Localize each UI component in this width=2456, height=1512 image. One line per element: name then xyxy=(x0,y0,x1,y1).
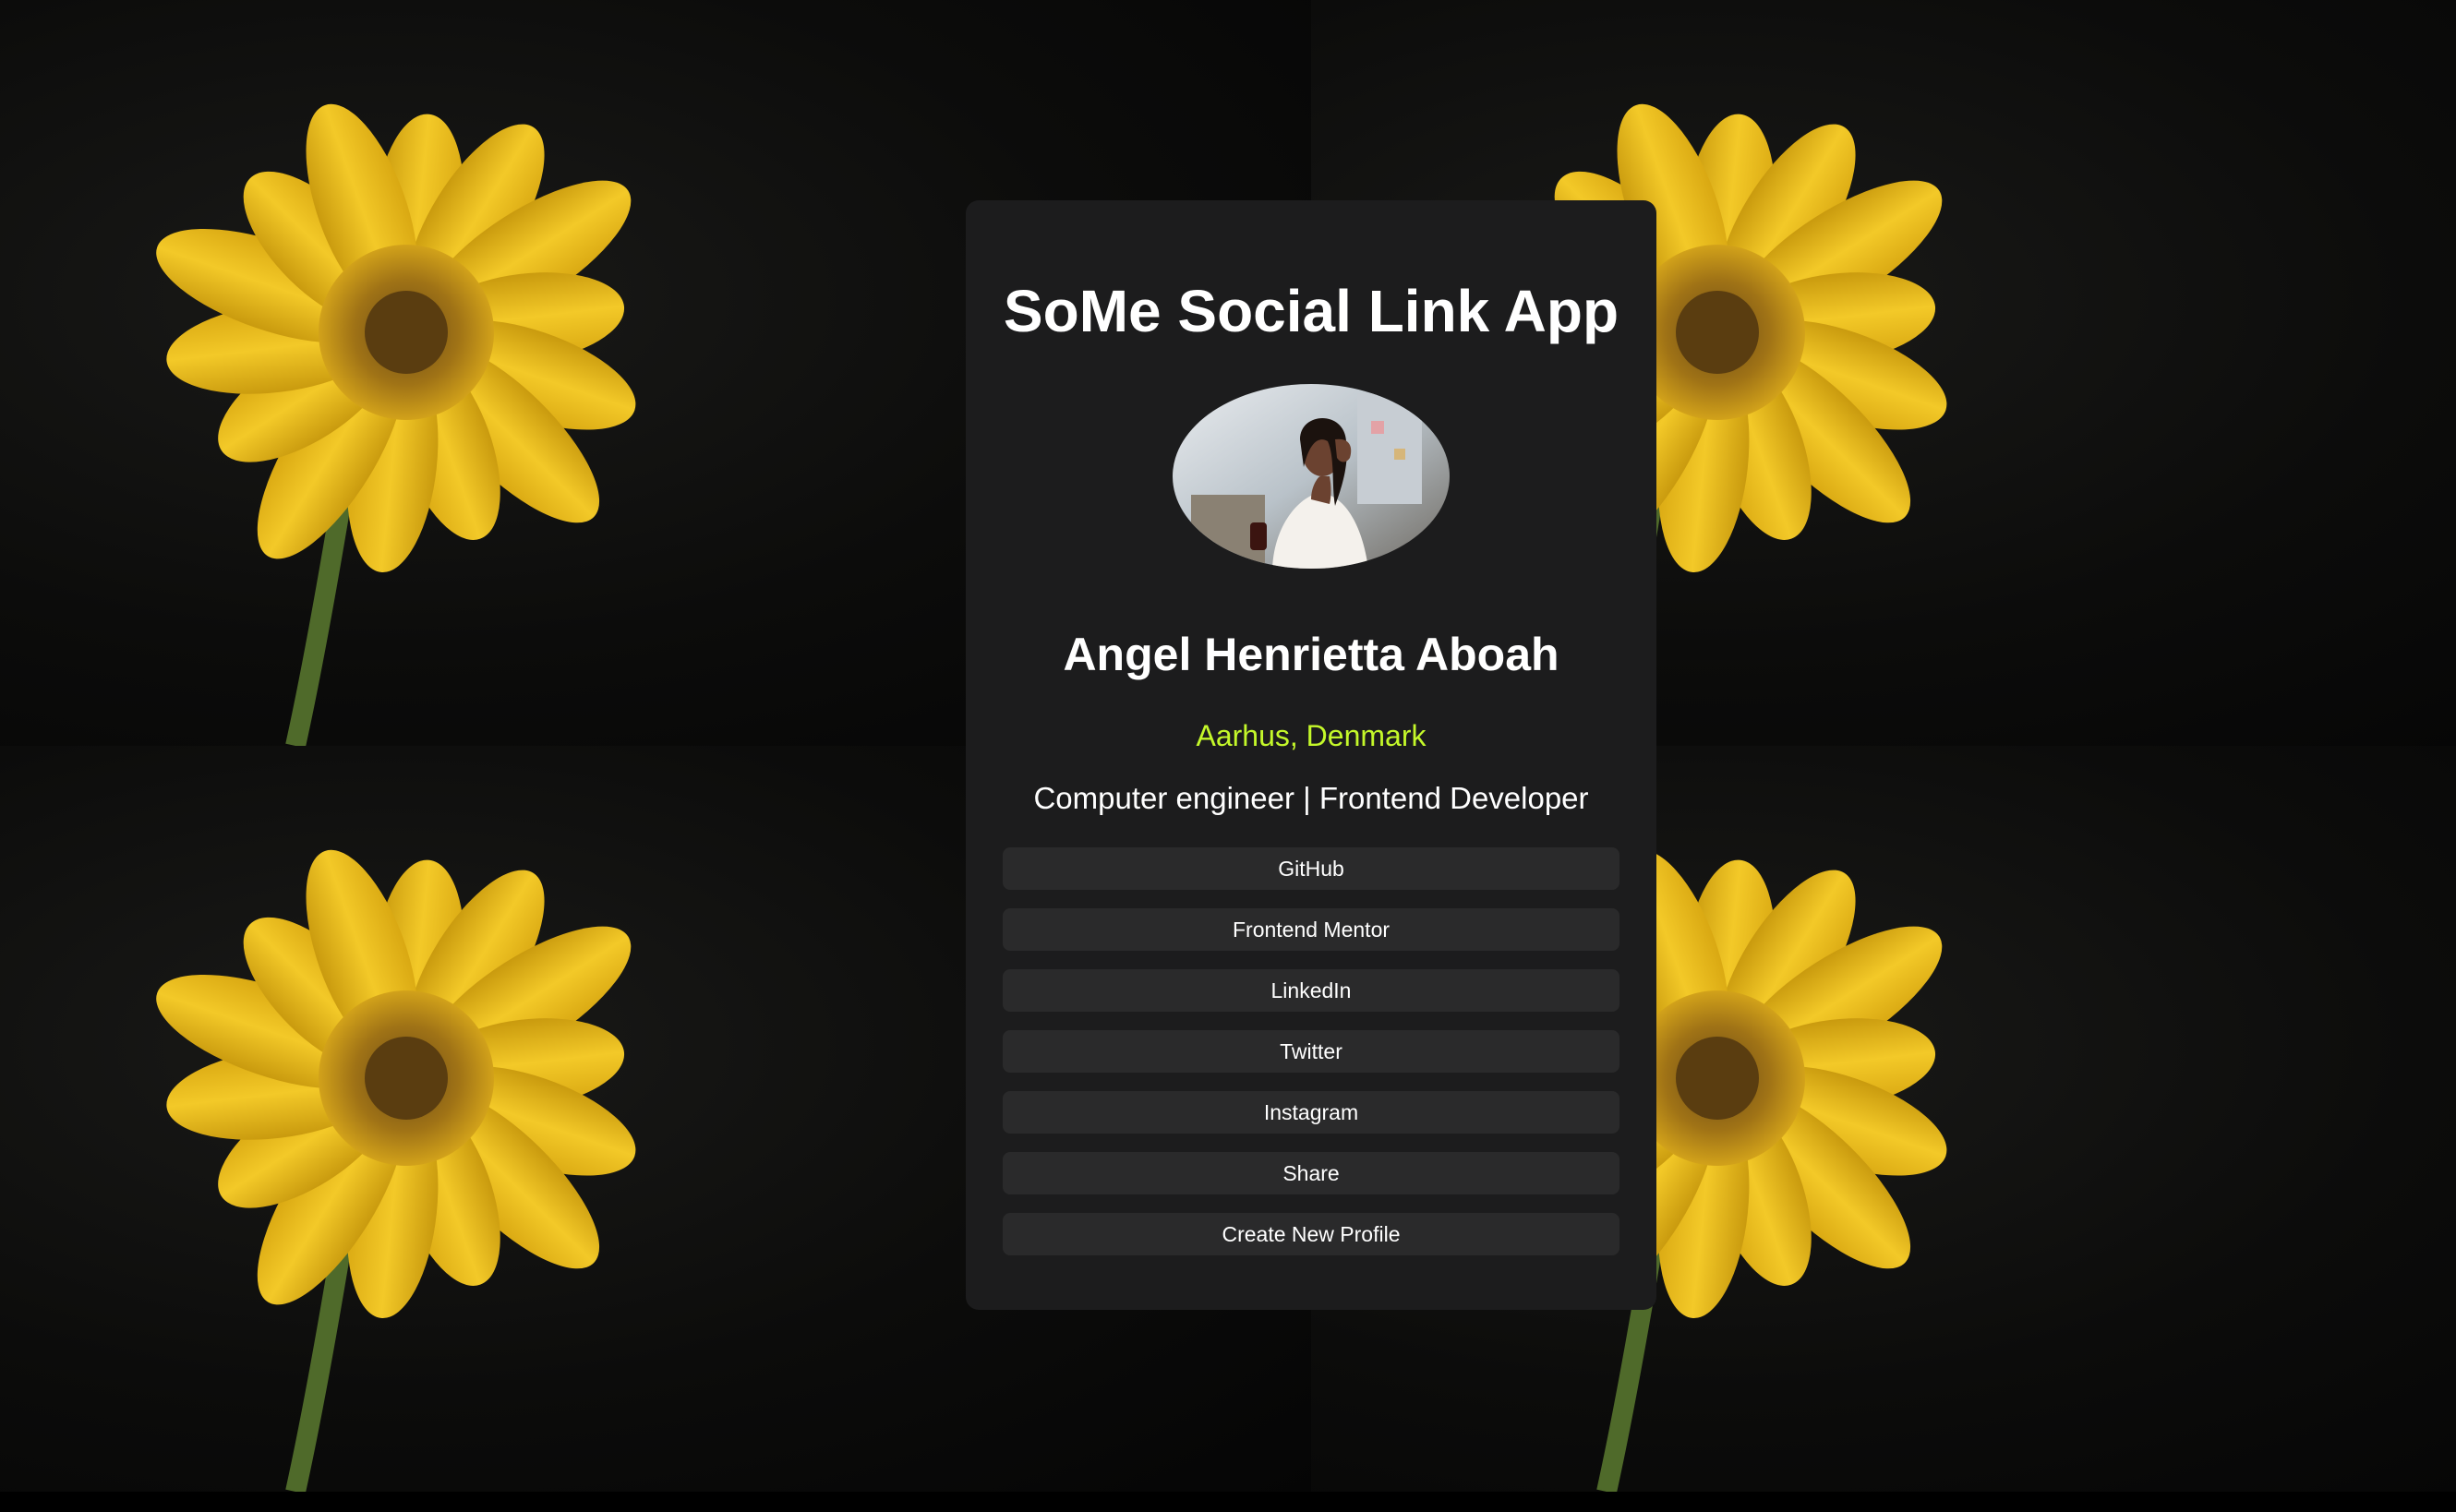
profile-name: Angel Henrietta Aboah xyxy=(1063,629,1559,680)
twitter-link-button[interactable]: Twitter xyxy=(1003,1030,1619,1073)
share-button[interactable]: Share xyxy=(1003,1152,1619,1194)
profile-bio: Computer engineer | Frontend Developer xyxy=(1033,781,1589,815)
page-title: SoMe Social Link App xyxy=(1003,278,1619,344)
github-link-button[interactable]: GitHub xyxy=(1003,847,1619,890)
instagram-link-button[interactable]: Instagram xyxy=(1003,1091,1619,1134)
create-new-profile-button[interactable]: Create New Profile xyxy=(1003,1213,1619,1255)
frontend-mentor-link-button[interactable]: Frontend Mentor xyxy=(1003,908,1619,951)
profile-location: Aarhus, Denmark xyxy=(1196,719,1427,752)
avatar xyxy=(1173,384,1450,569)
avatar-photo xyxy=(1173,384,1450,569)
linkedin-link-button[interactable]: LinkedIn xyxy=(1003,969,1619,1012)
profile-card: SoMe Social Link App Angel Henrietta Abo… xyxy=(966,200,1656,1310)
social-links: GitHub Frontend Mentor LinkedIn Twitter … xyxy=(1003,847,1619,1274)
